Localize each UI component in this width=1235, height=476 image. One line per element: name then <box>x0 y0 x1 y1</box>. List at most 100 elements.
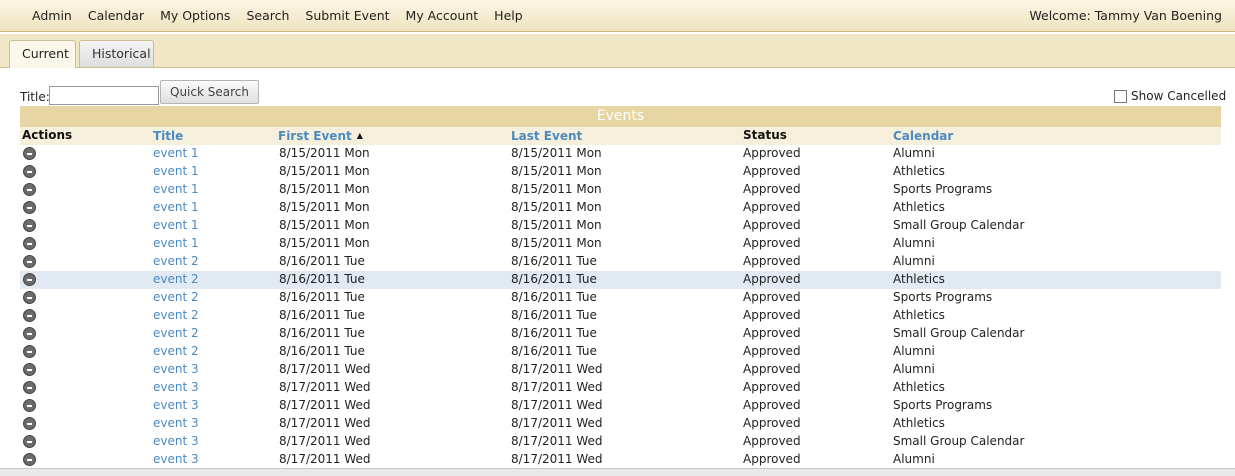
tab-historical[interactable]: Historical <box>79 40 154 67</box>
menu-item-calendar[interactable]: Calendar <box>80 8 152 23</box>
last-event-date: 8/16/2011 Tue <box>511 272 597 286</box>
sort-ascending-icon: ▲ <box>356 131 363 140</box>
event-title-link[interactable]: event 2 <box>153 290 199 304</box>
first-event-date: 8/17/2011 Wed <box>279 434 371 448</box>
event-calendar: Small Group Calendar <box>893 326 1025 340</box>
event-title-link[interactable]: event 2 <box>153 272 199 286</box>
event-calendar: Athletics <box>893 380 945 394</box>
event-status: Approved <box>743 344 801 358</box>
column-header-first-event[interactable]: First Event ▲ <box>278 129 363 143</box>
event-title-link[interactable]: event 3 <box>153 452 199 466</box>
menu-item-my-account[interactable]: My Account <box>398 8 487 23</box>
event-title-link[interactable]: event 2 <box>153 308 199 322</box>
menu-item-search[interactable]: Search <box>238 8 297 23</box>
last-event-date: 8/15/2011 Mon <box>511 200 602 214</box>
table-row: event 2 8/16/2011 Tue 8/16/2011 Tue Appr… <box>20 325 1221 343</box>
last-event-date: 8/15/2011 Mon <box>511 146 602 160</box>
event-status: Approved <box>743 254 801 268</box>
event-title-link[interactable]: event 3 <box>153 398 199 412</box>
event-calendar: Athletics <box>893 164 945 178</box>
table-row: event 3 8/17/2011 Wed 8/17/2011 Wed Appr… <box>20 451 1221 469</box>
event-title-link[interactable]: event 1 <box>153 218 199 232</box>
event-calendar: Alumni <box>893 254 935 268</box>
last-event-date: 8/16/2011 Tue <box>511 290 597 304</box>
event-calendar: Alumni <box>893 362 935 376</box>
menu-item-submit-event[interactable]: Submit Event <box>297 8 397 23</box>
action-menu-icon[interactable] <box>23 435 36 448</box>
action-menu-icon[interactable] <box>23 327 36 340</box>
action-menu-icon[interactable] <box>23 147 36 160</box>
action-menu-icon[interactable] <box>23 399 36 412</box>
column-header-first-event-label[interactable]: First Event <box>278 129 352 143</box>
quick-search-button[interactable]: Quick Search <box>160 80 259 104</box>
event-title-link[interactable]: event 3 <box>153 434 199 448</box>
first-event-date: 8/17/2011 Wed <box>279 362 371 376</box>
tab-current[interactable]: Current <box>9 40 76 68</box>
first-event-date: 8/15/2011 Mon <box>279 146 370 160</box>
action-menu-icon[interactable] <box>23 417 36 430</box>
action-menu-icon[interactable] <box>23 453 36 466</box>
action-menu-icon[interactable] <box>23 237 36 250</box>
menu-item-help[interactable]: Help <box>486 8 531 23</box>
table-row: event 2 8/16/2011 Tue 8/16/2011 Tue Appr… <box>20 343 1221 361</box>
event-title-link[interactable]: event 2 <box>153 344 199 358</box>
event-title-link[interactable]: event 2 <box>153 326 199 340</box>
column-header-actions: Actions <box>22 128 73 142</box>
first-event-date: 8/16/2011 Tue <box>279 254 365 268</box>
tab-strip: Current Historical <box>0 34 1235 68</box>
action-menu-icon[interactable] <box>23 309 36 322</box>
table-row: event 1 8/15/2011 Mon 8/15/2011 Mon Appr… <box>20 199 1221 217</box>
table-row: event 2 8/16/2011 Tue 8/16/2011 Tue Appr… <box>20 253 1221 271</box>
table-row: event 3 8/17/2011 Wed 8/17/2011 Wed Appr… <box>20 433 1221 451</box>
action-menu-icon[interactable] <box>23 255 36 268</box>
event-status: Approved <box>743 200 801 214</box>
action-menu-icon[interactable] <box>23 201 36 214</box>
action-menu-icon[interactable] <box>23 273 36 286</box>
event-calendar: Alumni <box>893 236 935 250</box>
table-row: event 2 8/16/2011 Tue 8/16/2011 Tue Appr… <box>20 307 1221 325</box>
event-status: Approved <box>743 362 801 376</box>
title-filter-input[interactable] <box>49 86 159 105</box>
event-title-link[interactable]: event 1 <box>153 182 199 196</box>
action-menu-icon[interactable] <box>23 165 36 178</box>
column-header-last-event[interactable]: Last Event <box>511 129 582 143</box>
table-row: event 2 8/16/2011 Tue 8/16/2011 Tue Appr… <box>20 289 1221 307</box>
menu-item-my-options[interactable]: My Options <box>152 8 238 23</box>
last-event-date: 8/16/2011 Tue <box>511 254 597 268</box>
event-status: Approved <box>743 272 801 286</box>
event-calendar: Athletics <box>893 272 945 286</box>
event-title-link[interactable]: event 1 <box>153 200 199 214</box>
table-row: event 2 8/16/2011 Tue 8/16/2011 Tue Appr… <box>20 271 1221 289</box>
last-event-date: 8/16/2011 Tue <box>511 308 597 322</box>
event-status: Approved <box>743 146 801 160</box>
event-title-link[interactable]: event 3 <box>153 380 199 394</box>
event-status: Approved <box>743 218 801 232</box>
show-cancelled-toggle[interactable]: Show Cancelled <box>1114 89 1226 103</box>
last-event-date: 8/17/2011 Wed <box>511 434 603 448</box>
event-calendar: Alumni <box>893 344 935 358</box>
events-table-header: Actions Title First Event ▲ Last Event St… <box>20 127 1221 145</box>
event-title-link[interactable]: event 2 <box>153 254 199 268</box>
first-event-date: 8/17/2011 Wed <box>279 380 371 394</box>
last-event-date: 8/17/2011 Wed <box>511 416 603 430</box>
event-title-link[interactable]: event 1 <box>153 236 199 250</box>
table-row: event 3 8/17/2011 Wed 8/17/2011 Wed Appr… <box>20 397 1221 415</box>
menu-item-admin[interactable]: Admin <box>24 8 80 23</box>
column-header-calendar[interactable]: Calendar <box>893 129 953 143</box>
events-table-body: event 1 8/15/2011 Mon 8/15/2011 Mon Appr… <box>20 145 1221 469</box>
event-title-link[interactable]: event 3 <box>153 416 199 430</box>
column-header-title[interactable]: Title <box>153 129 183 143</box>
event-status: Approved <box>743 416 801 430</box>
event-title-link[interactable]: event 1 <box>153 146 199 160</box>
event-title-link[interactable]: event 3 <box>153 362 199 376</box>
action-menu-icon[interactable] <box>23 291 36 304</box>
event-calendar: Sports Programs <box>893 182 993 196</box>
action-menu-icon[interactable] <box>23 381 36 394</box>
show-cancelled-checkbox[interactable] <box>1114 89 1127 103</box>
action-menu-icon[interactable] <box>23 345 36 358</box>
action-menu-icon[interactable] <box>23 183 36 196</box>
action-menu-icon[interactable] <box>23 363 36 376</box>
event-title-link[interactable]: event 1 <box>153 164 199 178</box>
action-menu-icon[interactable] <box>23 219 36 232</box>
event-calendar: Alumni <box>893 452 935 466</box>
